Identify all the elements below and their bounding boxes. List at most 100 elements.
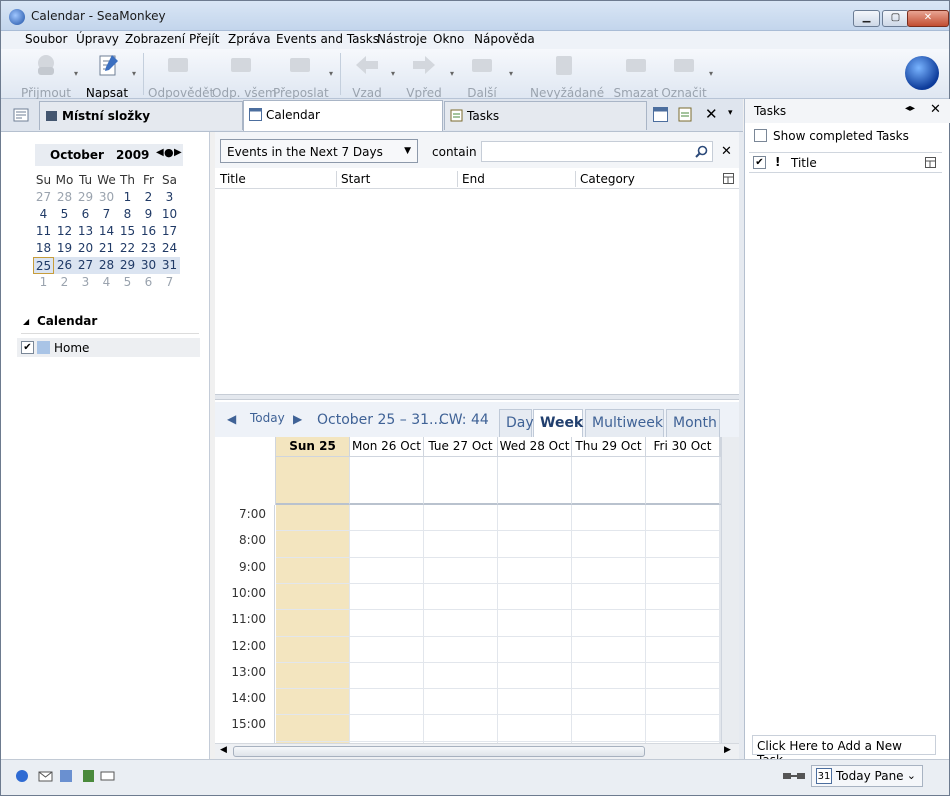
minimonth-day[interactable]: 28 — [54, 189, 75, 206]
all-day-cell[interactable] — [572, 457, 646, 505]
day-column[interactable] — [498, 505, 572, 743]
composer-icon[interactable] — [59, 769, 74, 783]
reply-button[interactable]: Odpovědět — [148, 53, 214, 100]
minimonth-day[interactable]: 1 — [117, 189, 138, 206]
compose-button[interactable]: Napsat — [85, 53, 129, 100]
minimonth-day[interactable]: 5 — [54, 206, 75, 223]
column-category[interactable]: Category — [580, 172, 635, 186]
minimonth-day[interactable]: 2 — [54, 274, 75, 291]
minimonth-day[interactable]: 3 — [75, 274, 96, 291]
close-tab-icon[interactable]: ✕ — [705, 105, 718, 123]
tab-multiweek-view[interactable]: Multiweek — [585, 409, 664, 437]
minimonth-year[interactable]: 2009 — [116, 148, 149, 162]
menu-edit[interactable]: Úpravy — [76, 32, 119, 46]
column-title[interactable]: Title — [220, 172, 246, 186]
menu-file[interactable]: Soubor — [25, 32, 67, 46]
day-header[interactable]: Mon 26 Oct — [350, 437, 424, 457]
back-dropdown-icon[interactable]: ▾ — [391, 69, 395, 78]
next-button[interactable]: Další — [463, 53, 501, 100]
collapse-triangle-icon[interactable]: ◢ — [23, 317, 29, 326]
menu-tools[interactable]: Nástroje — [377, 32, 427, 46]
menu-events-tasks[interactable]: Events and Tasks — [276, 32, 379, 46]
menu-go[interactable]: Přejít — [189, 32, 219, 46]
online-status-icon[interactable] — [782, 770, 806, 782]
forward-button[interactable]: Přeposlat — [273, 53, 329, 100]
close-filter-icon[interactable]: ✕ — [721, 144, 732, 159]
calendar-mode-icon[interactable] — [653, 107, 668, 122]
scroll-right-icon[interactable]: ▶ — [724, 745, 731, 755]
minimonth-day[interactable]: 4 — [96, 274, 117, 291]
today-pane-button[interactable]: 31 Today Pane ⌄ — [811, 765, 923, 787]
menu-help[interactable]: Nápověda — [474, 32, 535, 46]
minimonth-day[interactable]: 23 — [138, 240, 159, 257]
mail-icon[interactable] — [38, 769, 53, 783]
day-header[interactable]: Tue 27 Oct — [424, 437, 498, 457]
calendar-home-checkbox[interactable]: ✔ — [21, 341, 34, 354]
minimonth-day[interactable]: 21 — [96, 240, 117, 257]
minimonth-day[interactable]: 15 — [117, 223, 138, 240]
column-end[interactable]: End — [462, 172, 485, 186]
add-new-task-input[interactable]: Click Here to Add a New Task — [752, 735, 936, 767]
show-completed-checkbox[interactable] — [754, 129, 767, 142]
all-day-cell[interactable] — [720, 457, 721, 505]
receive-button[interactable]: Přijmout — [21, 53, 71, 100]
compose-dropdown-icon[interactable]: ▾ — [132, 69, 136, 78]
previous-week-icon[interactable]: ◀ — [227, 412, 236, 426]
minimonth-day[interactable]: 18 — [33, 240, 54, 257]
tab-day-view[interactable]: Day — [499, 409, 534, 437]
minimonth-day[interactable]: 7 — [159, 274, 180, 291]
minimonth-day[interactable]: 16 — [138, 223, 159, 240]
column-picker-icon[interactable] — [723, 173, 734, 184]
day-column[interactable] — [350, 505, 424, 743]
minimonth-day[interactable]: 30 — [96, 189, 117, 206]
day-header[interactable]: Thu 29 Oct — [572, 437, 646, 457]
menu-window[interactable]: Okno — [433, 32, 464, 46]
priority-column[interactable]: ! — [775, 155, 780, 169]
task-list[interactable] — [749, 174, 942, 732]
horizontal-scrollbar[interactable]: ◀ ▶ — [215, 743, 739, 759]
minimonth-day[interactable]: 6 — [75, 206, 96, 223]
scroll-thumb[interactable] — [233, 746, 645, 757]
minimonth-day[interactable]: 31 — [159, 257, 180, 274]
task-title-column[interactable]: Title — [791, 156, 817, 170]
all-day-cell[interactable] — [350, 457, 424, 505]
day-header[interactable]: Fri 30 Oct — [646, 437, 720, 457]
menu-view[interactable]: Zobrazení — [125, 32, 185, 46]
tab-tasks[interactable]: Tasks — [444, 101, 647, 130]
tab-week-view[interactable]: Week — [533, 409, 583, 437]
minimonth-day[interactable]: 22 — [117, 240, 138, 257]
minimonth-day[interactable]: 10 — [159, 206, 180, 223]
completed-column-icon[interactable]: ✔ — [753, 156, 766, 169]
forward-nav-button[interactable]: Vpřed — [405, 53, 443, 100]
minimonth-day[interactable]: 24 — [159, 240, 180, 257]
close-pane-icon[interactable]: ✕ — [930, 102, 941, 117]
pane-resize-icon[interactable]: ◂▸ — [905, 103, 915, 114]
week-grid[interactable] — [276, 505, 721, 743]
mark-dropdown-icon[interactable]: ▾ — [709, 69, 713, 78]
minimonth-day[interactable]: 14 — [96, 223, 117, 240]
day-header[interactable]: Wed 28 Oct — [498, 437, 572, 457]
chatzilla-icon[interactable] — [100, 769, 115, 783]
show-completed-label[interactable]: Show completed Tasks — [773, 129, 909, 143]
day-column[interactable] — [572, 505, 646, 743]
delete-button[interactable]: Smazat — [613, 53, 659, 100]
calendar-list-item-home[interactable]: ✔ Home — [17, 338, 200, 357]
column-picker-icon[interactable] — [925, 157, 936, 168]
maximize-button[interactable]: ▢ — [882, 10, 909, 27]
receive-dropdown-icon[interactable]: ▾ — [74, 69, 78, 78]
task-mode-icon[interactable] — [678, 107, 692, 122]
day-column[interactable] — [646, 505, 720, 743]
minimonth-day[interactable]: 7 — [96, 206, 117, 223]
day-header[interactable]: Sun 25 Oct — [276, 437, 350, 457]
mail-toggle-icon[interactable] — [13, 108, 29, 122]
search-icon[interactable] — [695, 145, 708, 158]
scroll-left-icon[interactable]: ◀ — [220, 745, 227, 755]
column-start[interactable]: Start — [341, 172, 370, 186]
minimonth-day[interactable]: 29 — [75, 189, 96, 206]
grid-vertical-scrollbar[interactable] — [721, 437, 739, 743]
tab-list-dropdown-icon[interactable]: ▾ — [728, 108, 733, 118]
all-day-cell[interactable] — [646, 457, 720, 505]
back-button[interactable]: Vzad — [349, 53, 385, 100]
address-book-icon[interactable] — [81, 769, 96, 783]
all-day-cell[interactable] — [276, 457, 350, 505]
